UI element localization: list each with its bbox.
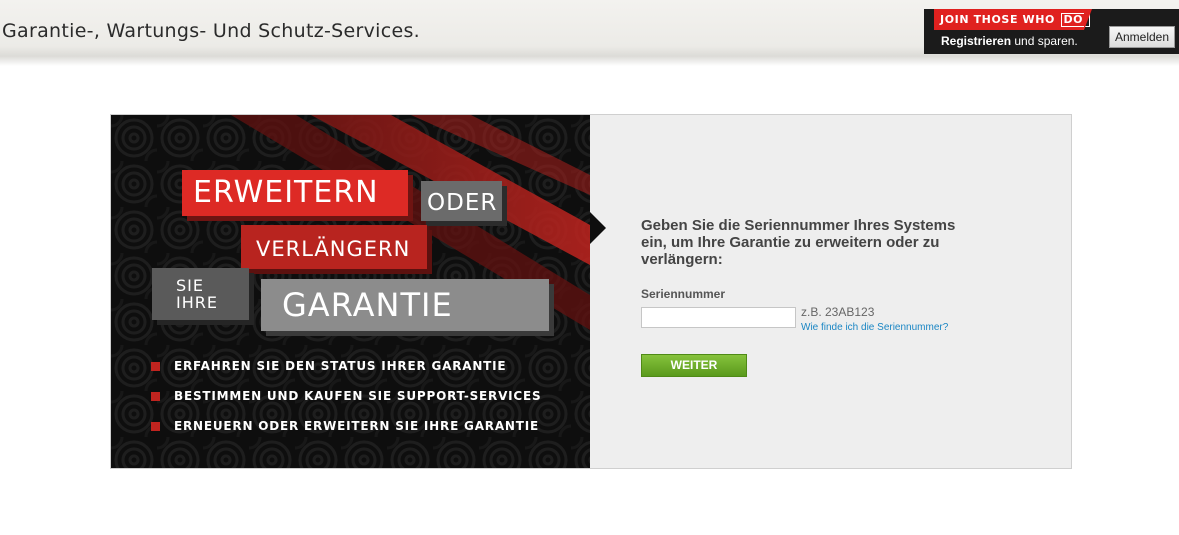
list-item: ERNEUERN ODER ERWEITERN SIE IHRE GARANTI… <box>151 418 541 448</box>
warranty-panel: ERWEITERN ODER VERLÄNGERN SIE IHRE GARAN… <box>110 114 1072 469</box>
register-bold: Registrieren <box>941 34 1012 48</box>
register-link[interactable]: Registrieren und sparen. <box>941 34 1078 48</box>
heading-verlaengern: VERLÄNGERN <box>241 225 427 269</box>
heading-sie: SIE <box>176 276 204 295</box>
bullet-square-icon <box>151 362 160 371</box>
feature-list: ERFAHREN SIE DEN STATUS IHRER GARANTIE B… <box>151 358 541 448</box>
weiter-button[interactable]: WEITER <box>641 354 747 377</box>
promo-badge[interactable]: JOIN THOSE WHO DO. <box>934 9 1092 30</box>
list-item: BESTIMMEN UND KAUFEN SIE SUPPORT-SERVICE… <box>151 388 541 418</box>
heading-garantie: GARANTIE <box>261 279 549 331</box>
heading-ihre: IHRE <box>176 293 218 312</box>
list-item: ERFAHREN SIE DEN STATUS IHRER GARANTIE <box>151 358 541 388</box>
form-heading: Geben Sie die Seriennummer Ihres Systems… <box>641 217 956 268</box>
serial-input[interactable] <box>641 307 796 328</box>
list-item-text: ERFAHREN SIE DEN STATUS IHRER GARANTIE <box>174 359 507 373</box>
serial-example: z.B. 23AB123 <box>801 305 875 319</box>
list-item-text: ERNEUERN ODER ERWEITERN SIE IHRE GARANTI… <box>174 419 539 433</box>
bullet-square-icon <box>151 422 160 431</box>
serial-label: Seriennummer <box>641 287 726 301</box>
login-button[interactable]: Anmelden <box>1109 26 1175 48</box>
bullet-square-icon <box>151 392 160 401</box>
heading-oder: ODER <box>421 181 502 221</box>
find-serial-link[interactable]: Wie finde ich die Seriennummer? <box>801 322 948 333</box>
arrow-pointer-icon <box>590 212 606 244</box>
register-rest: und sparen. <box>1011 34 1078 48</box>
promo-badge-do: DO. <box>1061 13 1090 27</box>
heading-erweitern: ERWEITERN <box>182 170 408 216</box>
heading-sie-ihre: SIE IHRE <box>152 268 249 320</box>
promo-badge-text: JOIN THOSE WHO <box>940 13 1055 26</box>
page-title: Garantie-, Wartungs- Und Schutz-Services… <box>2 20 421 42</box>
list-item-text: BESTIMMEN UND KAUFEN SIE SUPPORT-SERVICE… <box>174 389 542 403</box>
warranty-banner: ERWEITERN ODER VERLÄNGERN SIE IHRE GARAN… <box>111 115 590 468</box>
